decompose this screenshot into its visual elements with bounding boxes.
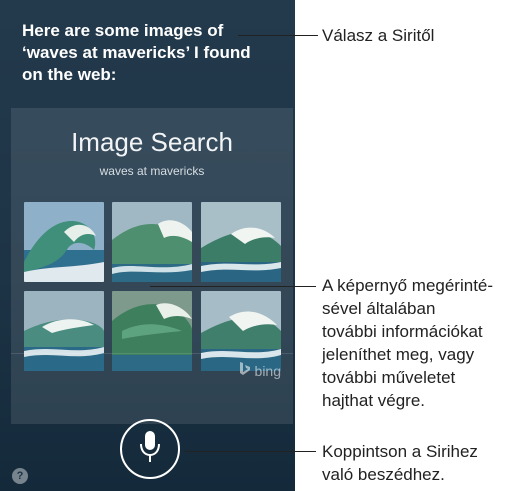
bing-attribution: bing [239,362,281,379]
wave-image-5[interactable] [112,291,192,371]
callout-line-siri-response [238,35,318,36]
callout-siri-response: Válasz a Siritől [322,26,435,45]
wave-image-4[interactable] [24,291,104,371]
siri-mic-button[interactable] [120,419,180,479]
callout-mic-tap: Koppintson a Sirihez való beszédhez. [322,442,478,484]
search-query: waves at mavericks [99,164,205,178]
card-title: Image Search [71,127,233,157]
card-divider [11,353,293,354]
callout-card-tap: A képernyő megérinté- sével általában to… [322,276,494,410]
wave-image-1[interactable] [24,202,104,282]
image-search-card[interactable]: Image Search waves at mavericks bing [11,108,293,424]
wave-image-3[interactable] [201,202,281,282]
microphone-icon [138,430,162,469]
siri-response-text: Here are some images of ‘waves at maveri… [22,21,251,84]
callout-line-mic [185,451,316,452]
bing-logo-icon [239,362,251,379]
wave-image-2[interactable] [112,202,192,282]
siri-screen: Here are some images of ‘waves at maveri… [0,0,295,491]
bing-label: bing [254,362,281,379]
help-button[interactable]: ? [12,468,28,484]
wave-image-6[interactable] [201,291,281,371]
callout-line-card [150,286,316,287]
